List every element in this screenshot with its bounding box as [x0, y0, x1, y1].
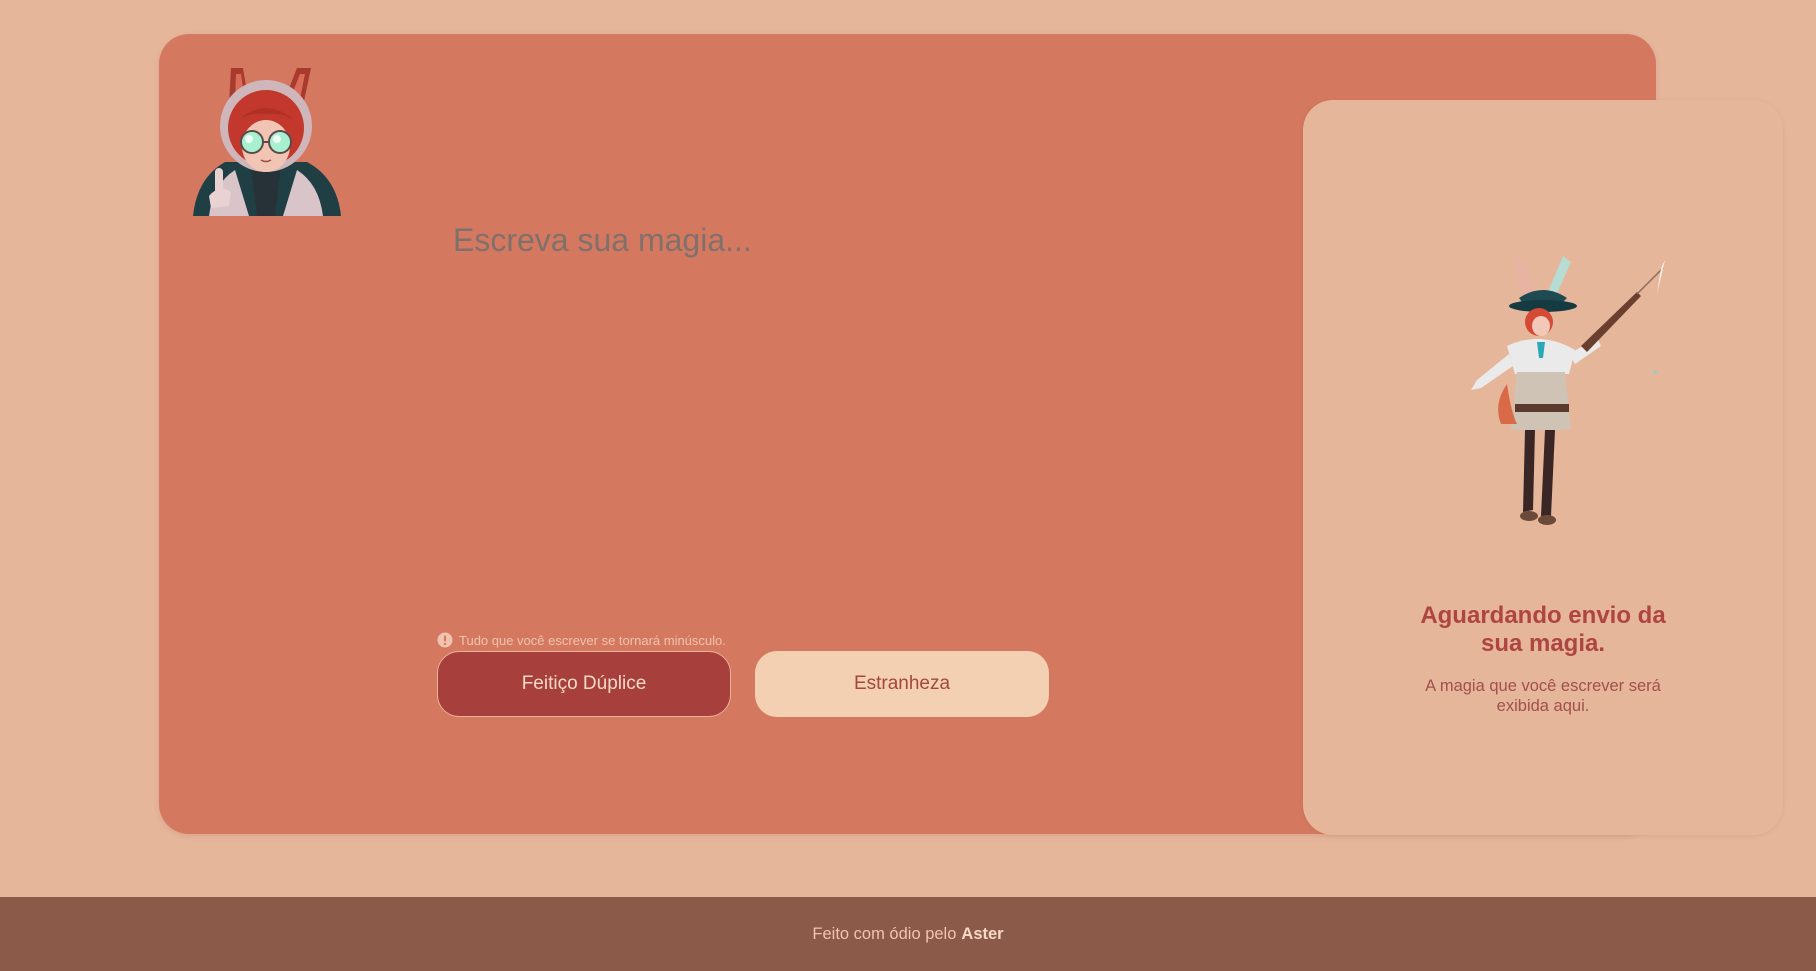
footer-text: Feito com ódio pelo [812, 924, 957, 943]
spell-input[interactable] [451, 194, 1091, 614]
result-panel: Aguardando envio da sua magia. A magia q… [1303, 100, 1783, 835]
footer: Feito com ódio pelo Aster [0, 897, 1816, 971]
bunny-mage-illustration [1471, 256, 1665, 525]
avatar [193, 68, 341, 216]
main-card: Tudo que você escrever se tornará minúsc… [159, 34, 1783, 835]
hint-text: Tudo que você escrever se tornará minúsc… [459, 632, 726, 648]
hint-row: Tudo que você escrever se tornará minúsc… [437, 632, 726, 648]
strangeness-button[interactable]: Estranheza [755, 651, 1049, 717]
footer-author: Aster [961, 924, 1004, 943]
result-title: Aguardando envio da sua magia. [1420, 602, 1666, 657]
double-spell-button[interactable]: Feitiço Dúplice [437, 651, 731, 717]
result-subtitle: A magia que você escrever será exibida a… [1425, 677, 1661, 715]
info-icon [437, 632, 453, 648]
